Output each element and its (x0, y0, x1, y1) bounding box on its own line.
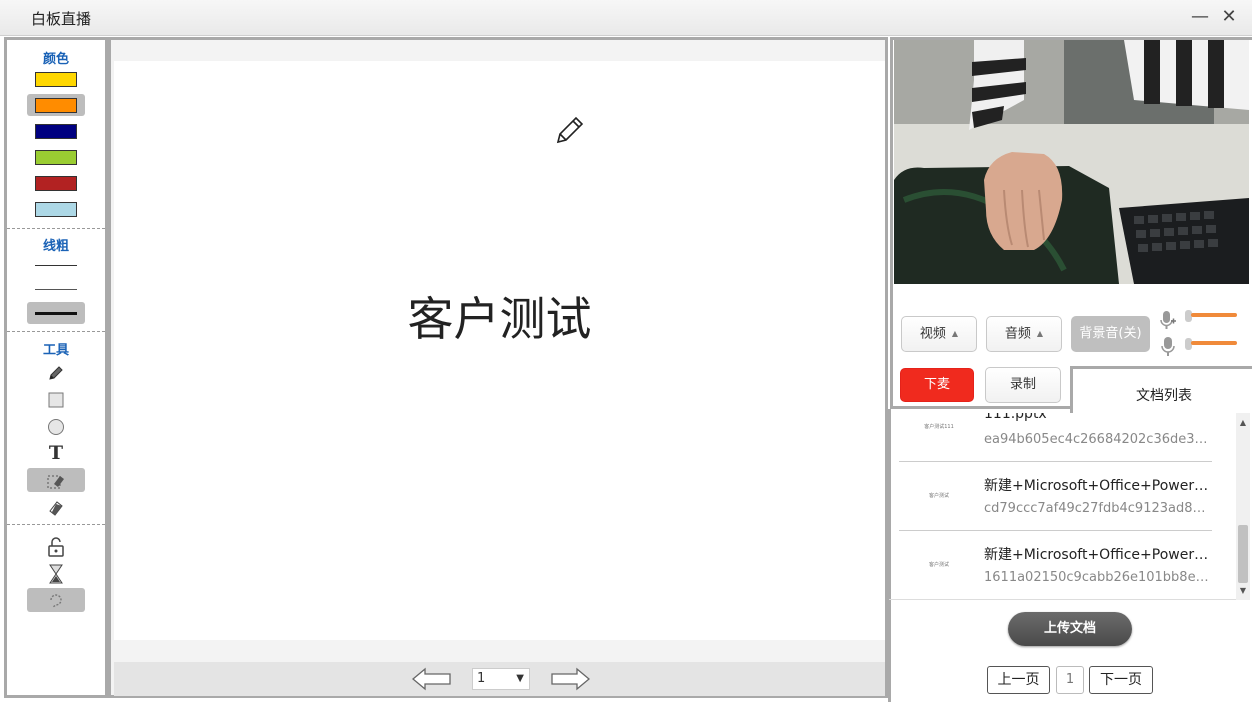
line-sample (35, 289, 77, 290)
next-page-button[interactable]: 下一页 (1089, 666, 1153, 694)
prev-page-arrow-icon[interactable] (412, 667, 452, 691)
mic-icon[interactable] (1160, 336, 1176, 358)
unlock-icon (48, 536, 64, 557)
video-panel: 视频 ▲ 音频 ▲ 背景音(关) 下麦 录制 (890, 37, 1252, 409)
pencil-cursor-icon (556, 116, 584, 144)
doc-list-scrollbar[interactable]: ▲ ▼ (1236, 413, 1250, 600)
color-swatch-green[interactable] (27, 146, 85, 168)
divider (7, 228, 105, 229)
close-button[interactable]: ✕ (1218, 6, 1240, 28)
swatch-fill (35, 72, 77, 87)
pencil-icon (49, 365, 63, 380)
minimize-button[interactable]: — (1189, 6, 1211, 28)
circle-icon (48, 418, 64, 435)
text-tool[interactable]: T (27, 441, 85, 465)
title-bar: 白板直播 — ✕ (0, 0, 1252, 36)
mic-volume-slider[interactable] (1191, 313, 1237, 317)
line-sample (35, 312, 77, 315)
unlock-button[interactable] (27, 534, 85, 558)
color-swatch-navy[interactable] (27, 120, 85, 142)
chevron-down-icon: ▼ (516, 673, 524, 684)
camera-feed (894, 40, 1249, 284)
audio-button[interactable]: 音频 ▲ (986, 316, 1062, 352)
text-icon: T (48, 442, 64, 464)
video-button-label: 视频 (919, 326, 946, 342)
camera-image (894, 40, 1249, 284)
doc-name: 111.pptx (984, 413, 1047, 422)
doc-id: cd79ccc7af49c27fdb4c9123ad81... (984, 501, 1212, 516)
document-list: 客户测试111 111.pptx ea94b605ec4c26684202c36… (889, 413, 1236, 600)
eraser-tool[interactable] (27, 495, 85, 519)
eraser-select-icon (47, 475, 64, 488)
refresh-button[interactable] (27, 588, 85, 612)
next-page-arrow-icon[interactable] (550, 667, 590, 691)
page-select-value: 1 (477, 671, 486, 686)
scroll-up-icon[interactable]: ▲ (1236, 416, 1250, 430)
doc-name: 新建+Microsoft+Office+PowerP... (984, 478, 1212, 494)
divider (7, 331, 105, 332)
swatch-fill (35, 176, 77, 191)
tab-document-list-label: 文档列表 (1136, 388, 1192, 404)
doc-page-number: 1 (1056, 666, 1084, 694)
whiteboard-frame: 客户测试 1 ▼ (108, 37, 888, 698)
doc-thumbnail: 客户测试111 (924, 424, 954, 430)
tool-panel: 颜色 线粗 工具 T (4, 37, 108, 698)
divider (7, 524, 105, 525)
board-pager: 1 ▼ (114, 662, 885, 696)
page-select[interactable]: 1 ▼ (472, 668, 530, 690)
doc-name: 新建+Microsoft+Office+PowerP... (984, 547, 1212, 563)
doc-thumbnail: 客户测试 (928, 562, 949, 568)
rectangle-icon (48, 392, 64, 407)
timer-button[interactable] (27, 561, 85, 585)
whiteboard-text: 客户测试 (407, 292, 592, 346)
tools-section-title: 工具 (42, 343, 69, 358)
audio-button-label: 音频 (1004, 326, 1031, 342)
mic-volume-up-icon[interactable] (1160, 310, 1176, 332)
caret-up-icon: ▲ (1036, 329, 1044, 338)
color-swatch-orange[interactable] (27, 94, 85, 116)
list-item[interactable]: 客户测试 新建+Microsoft+Office+PowerP... 1611a… (899, 531, 1212, 599)
swatch-fill (35, 150, 77, 165)
rectangle-tool[interactable] (27, 387, 85, 411)
color-swatch-yellow[interactable] (27, 68, 85, 90)
prev-page-button[interactable]: 上一页 (987, 666, 1050, 694)
tab-document-list[interactable]: 文档列表 (1070, 366, 1252, 413)
eraser-select-tool[interactable] (27, 468, 85, 492)
video-button[interactable]: 视频 ▲ (901, 316, 977, 352)
record-button[interactable]: 录制 (985, 367, 1061, 403)
upload-document-button[interactable]: 上传文档 (1008, 612, 1132, 646)
window-title: 白板直播 (31, 10, 92, 28)
line-width-thick[interactable] (27, 302, 85, 324)
refresh-icon (50, 593, 62, 608)
eraser-icon (49, 500, 63, 516)
color-swatch-lightblue[interactable] (27, 198, 85, 220)
circle-tool[interactable] (27, 414, 85, 438)
doc-id: ea94b605ec4c26684202c36de30... (984, 432, 1212, 447)
pencil-tool[interactable] (27, 360, 85, 384)
list-item[interactable]: 客户测试111 111.pptx ea94b605ec4c26684202c36… (899, 413, 1212, 462)
whiteboard-canvas[interactable]: 客户测试 (114, 61, 885, 640)
leave-mic-button[interactable]: 下麦 (900, 368, 974, 402)
swatch-fill (35, 202, 77, 217)
speaker-volume-slider[interactable] (1191, 341, 1237, 345)
swatch-fill (35, 98, 77, 113)
caret-up-icon: ▲ (951, 329, 959, 338)
swatch-fill (35, 124, 77, 139)
line-width-section-title: 线粗 (42, 239, 69, 254)
hourglass-icon (49, 564, 63, 583)
line-width-thin[interactable] (27, 254, 85, 276)
scrollbar-thumb[interactable] (1238, 525, 1248, 583)
color-swatch-red[interactable] (27, 172, 85, 194)
doc-id: 1611a02150c9cabb26e101bb8e4... (984, 570, 1212, 585)
background-music-button[interactable]: 背景音(关) (1071, 316, 1150, 352)
doc-thumbnail: 客户测试 (928, 493, 949, 499)
color-section-title: 颜色 (42, 52, 69, 67)
scroll-down-icon[interactable]: ▼ (1236, 584, 1250, 598)
line-sample (35, 265, 77, 266)
line-width-medium[interactable] (27, 278, 85, 300)
list-item[interactable]: 客户测试 新建+Microsoft+Office+PowerP... cd79c… (899, 462, 1212, 531)
